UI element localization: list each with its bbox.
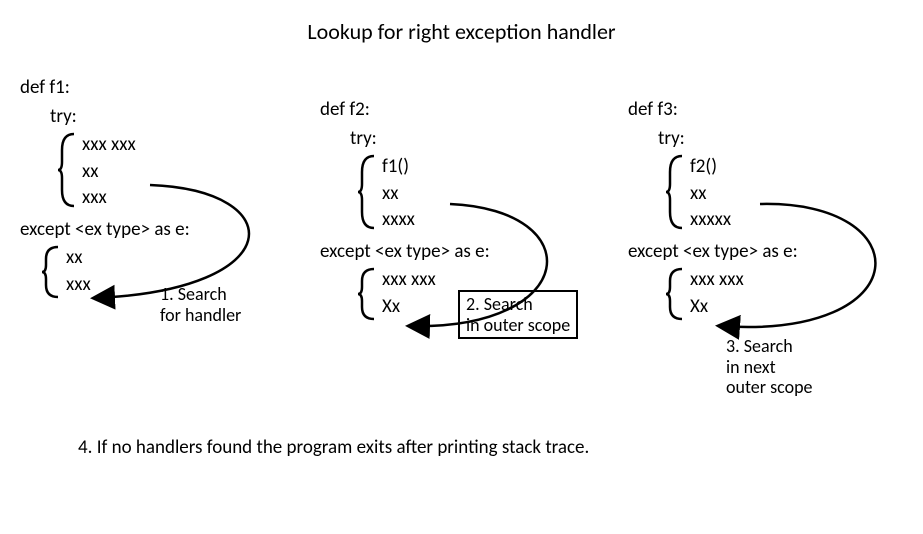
func-f3: def f3: try: f2() xx xxxxx except <ex ty… bbox=[628, 98, 798, 321]
step-2-box: 2. Search in outer scope bbox=[458, 290, 578, 339]
step-2-line-a: 2. Search bbox=[466, 293, 533, 315]
brace-icon bbox=[356, 154, 376, 230]
step-1-label: 1. Search for handler bbox=[160, 284, 241, 325]
f2-try-block: f1() xx xxxx bbox=[356, 154, 490, 230]
code-line: xxxx bbox=[382, 207, 490, 234]
code-line: Xx bbox=[690, 294, 798, 321]
step-1-line-b: for handler bbox=[160, 304, 241, 326]
f2-except: except <ex type> as e: bbox=[320, 240, 490, 263]
code-line: f2() bbox=[690, 154, 798, 181]
step-3-label: 3. Search in next outer scope bbox=[726, 336, 813, 398]
f1-try: try: bbox=[50, 105, 190, 128]
code-line: xxxxx bbox=[690, 207, 798, 234]
f1-try-block: xxx xxx xx xxx bbox=[56, 132, 190, 208]
brace-icon bbox=[40, 245, 60, 299]
f2-def: def f2: bbox=[320, 98, 490, 121]
f1-def: def f1: bbox=[20, 76, 190, 99]
brace-icon bbox=[356, 267, 376, 321]
diagram-title: Lookup for right exception handler bbox=[0, 18, 923, 45]
f3-except-block: xxx xxx Xx bbox=[664, 267, 798, 321]
f3-except: except <ex type> as e: bbox=[628, 240, 798, 263]
f3-try: try: bbox=[658, 127, 798, 150]
f3-def: def f3: bbox=[628, 98, 798, 121]
code-line: xxx bbox=[82, 185, 190, 212]
brace-icon bbox=[56, 132, 76, 208]
f1-except: except <ex type> as e: bbox=[20, 218, 190, 241]
f2-try: try: bbox=[350, 127, 490, 150]
code-line: xx bbox=[82, 159, 190, 186]
code-line: xx bbox=[66, 245, 190, 272]
step-3-line-c: outer scope bbox=[726, 376, 813, 398]
step-3-line-a: 3. Search bbox=[726, 335, 793, 357]
step-3-line-b: in next bbox=[726, 356, 776, 378]
func-f2: def f2: try: f1() xx xxxx except <ex typ… bbox=[320, 98, 490, 321]
code-line: xxx xxx bbox=[82, 132, 190, 159]
code-line: xxx xxx bbox=[690, 267, 798, 294]
step-1-line-a: 1. Search bbox=[160, 283, 227, 305]
code-line: xx bbox=[382, 181, 490, 208]
step-4-footer: 4. If no handlers found the program exit… bbox=[78, 436, 589, 459]
f3-try-block: f2() xx xxxxx bbox=[664, 154, 798, 230]
code-line: xx bbox=[690, 181, 798, 208]
brace-icon bbox=[664, 267, 684, 321]
func-f1: def f1: try: xxx xxx xx xxx except <ex t… bbox=[20, 76, 190, 299]
step-2-line-b: in outer scope bbox=[466, 314, 570, 336]
code-line: f1() bbox=[382, 154, 490, 181]
brace-icon bbox=[664, 154, 684, 230]
